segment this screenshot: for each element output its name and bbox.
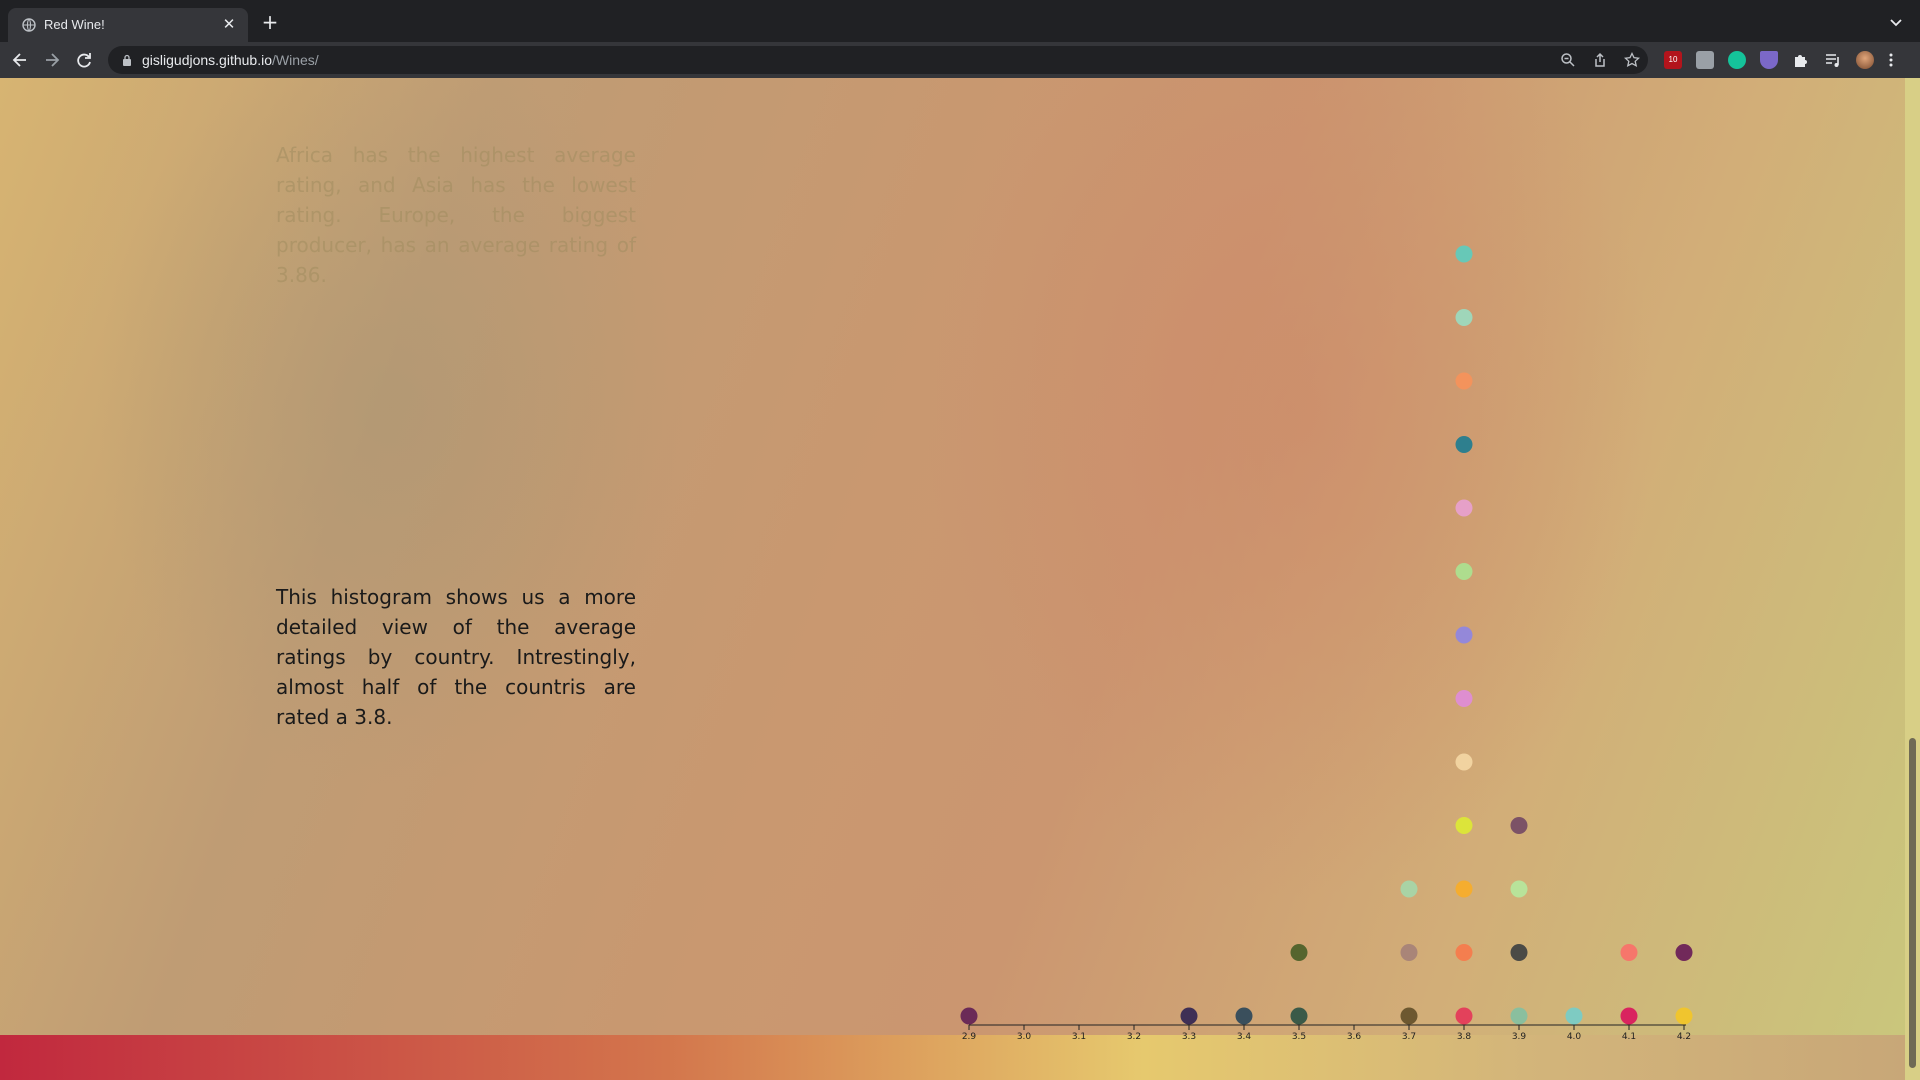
keyboard-extension-icon[interactable]: [1696, 51, 1714, 69]
country-dot[interactable]: [1180, 1007, 1198, 1025]
x-axis-ticks: 2.9 3.0 3.1 3.2 3.3 3.4 3.5 3.6 3.7 3.8 3.9 4.0 4.1 4…: [962, 1025, 1691, 1042]
country-dot[interactable]: [1455, 753, 1473, 771]
zoom-icon[interactable]: [1560, 52, 1576, 68]
browser-tab[interactable]: Red Wine! ✕: [8, 8, 248, 42]
back-arrow-icon[interactable]: [10, 50, 30, 70]
share-icon[interactable]: [1592, 52, 1608, 68]
country-dot[interactable]: [1510, 1007, 1528, 1025]
x-tick-label: 3.4: [1237, 1032, 1252, 1042]
new-tab-button[interactable]: +: [260, 12, 280, 33]
x-tick-label: 3.3: [1182, 1032, 1196, 1042]
tab-search-chevron-icon[interactable]: [1888, 14, 1904, 30]
country-dot[interactable]: [1455, 245, 1473, 263]
more-menu-icon[interactable]: [1882, 51, 1900, 69]
reload-icon[interactable]: [74, 50, 94, 70]
page-viewport: Africa has the highest average rating, a…: [0, 78, 1905, 1080]
x-tick-label: 3.1: [1072, 1032, 1086, 1042]
x-tick-label: 4.0: [1567, 1032, 1582, 1042]
shield-extension-icon[interactable]: [1760, 51, 1778, 69]
x-tick-label: 3.5: [1292, 1032, 1306, 1042]
x-tick-label: 3.7: [1402, 1032, 1416, 1042]
x-tick-label: 3.0: [1017, 1032, 1032, 1042]
country-dot[interactable]: [1455, 944, 1473, 961]
lock-icon: [123, 54, 131, 66]
country-dot[interactable]: [1620, 1007, 1638, 1025]
tab-title: Red Wine!: [44, 17, 105, 32]
x-tick-label: 3.8: [1457, 1032, 1472, 1042]
country-dot[interactable]: [1455, 436, 1473, 453]
country-dot[interactable]: [1400, 944, 1418, 961]
globe-icon: [22, 18, 36, 32]
puzzle-extensions-icon[interactable]: [1792, 51, 1810, 69]
country-dot[interactable]: [1510, 944, 1528, 961]
country-dot[interactable]: [1455, 563, 1473, 580]
x-tick-label: 2.9: [962, 1032, 977, 1042]
grammarly-extension-icon[interactable]: [1728, 51, 1746, 69]
country-dot[interactable]: [1290, 1007, 1308, 1025]
country-dot[interactable]: [1620, 944, 1638, 961]
country-dot[interactable]: [1455, 880, 1473, 898]
country-dot[interactable]: [1455, 499, 1473, 517]
country-dot[interactable]: [1565, 1007, 1583, 1025]
url-text: gisligudjons.github.io/Wines/: [142, 52, 319, 68]
ublock-extension-icon[interactable]: 10: [1664, 51, 1682, 69]
profile-avatar[interactable]: [1856, 51, 1874, 69]
country-dot[interactable]: [1400, 1007, 1418, 1025]
tab-strip: Red Wine! ✕ +: [0, 0, 1920, 42]
bookmark-star-icon[interactable]: [1624, 52, 1640, 68]
country-dot[interactable]: [960, 1007, 978, 1025]
media-queue-icon[interactable]: [1824, 51, 1842, 69]
country-dot[interactable]: [1455, 690, 1473, 707]
country-dot[interactable]: [1455, 626, 1473, 644]
forward-arrow-icon[interactable]: [42, 50, 62, 70]
country-dot[interactable]: [1235, 1007, 1253, 1025]
country-dot[interactable]: [1400, 880, 1418, 898]
browser-toolbar: gisligudjons.github.io/Wines/ 10: [0, 42, 1920, 78]
url-host: gisligudjons.github.io: [142, 52, 272, 68]
dot-marks: [960, 245, 1693, 1025]
country-dot[interactable]: [1455, 1007, 1473, 1025]
close-tab-icon[interactable]: ✕: [220, 15, 238, 33]
scrollbar-thumb[interactable]: [1909, 738, 1916, 1068]
country-dot[interactable]: [1510, 880, 1528, 898]
url-path: /Wines/: [271, 52, 319, 68]
country-dot[interactable]: [1510, 817, 1528, 834]
country-dot[interactable]: [1455, 372, 1473, 390]
x-tick-label: 3.9: [1512, 1032, 1527, 1042]
page-scrollbar[interactable]: [1905, 78, 1920, 1080]
country-dot[interactable]: [1290, 944, 1308, 961]
country-dot[interactable]: [1455, 817, 1473, 834]
x-tick-label: 3.6: [1347, 1032, 1362, 1042]
x-tick-label: 4.2: [1677, 1032, 1691, 1042]
ext-badge: 10: [1668, 55, 1678, 64]
x-tick-label: 3.2: [1127, 1032, 1141, 1042]
country-dot[interactable]: [1455, 309, 1473, 326]
ratings-histogram: 2.9 3.0 3.1 3.2 3.3 3.4 3.5 3.6 3.7 3.8 3.9 4.0 4.1 4…: [960, 245, 1693, 1042]
x-tick-label: 4.1: [1622, 1032, 1636, 1042]
address-bar[interactable]: gisligudjons.github.io/Wines/: [108, 46, 1648, 74]
country-dot[interactable]: [1675, 1007, 1693, 1025]
country-dot[interactable]: [1675, 944, 1693, 961]
